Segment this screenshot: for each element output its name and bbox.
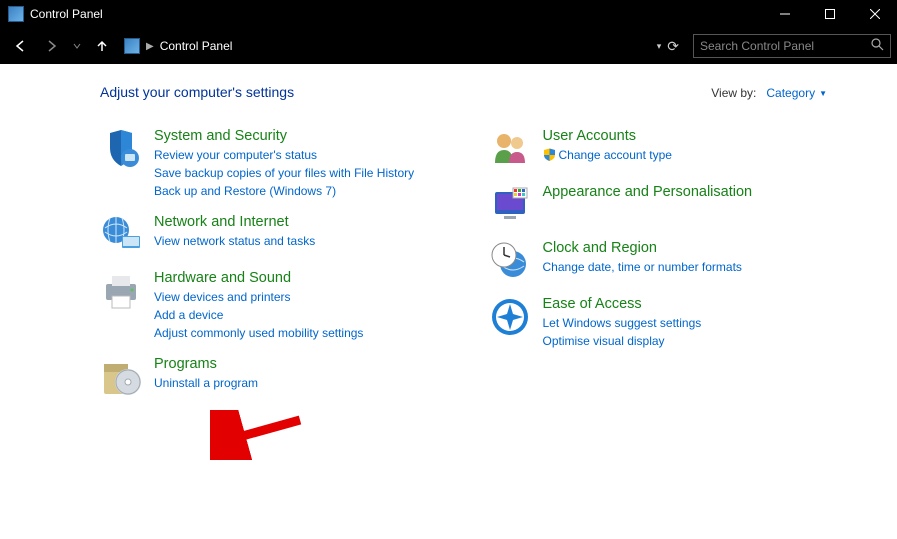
refresh-icon[interactable]: ⟳ xyxy=(667,38,679,55)
search-icon[interactable] xyxy=(871,38,884,54)
category-link-label: Change date, time or number formats xyxy=(543,260,742,274)
category-title[interactable]: Ease of Access xyxy=(543,296,702,312)
navigation-bar: ▶ Control Panel ▾ ⟳ xyxy=(0,28,897,64)
category-title[interactable]: Hardware and Sound xyxy=(154,270,363,286)
globe-network-icon xyxy=(100,214,142,256)
category-link[interactable]: Change account type xyxy=(543,146,672,164)
category-body: Network and Internet View network status … xyxy=(154,214,315,256)
uac-shield-icon xyxy=(543,148,556,161)
search-input[interactable] xyxy=(700,39,871,53)
category-link-label: Change account type xyxy=(559,148,672,162)
category-link[interactable]: Adjust commonly used mobility settings xyxy=(154,324,363,342)
arrow-annotation xyxy=(210,410,310,460)
minimize-button[interactable] xyxy=(762,0,807,28)
category-item: Network and Internet View network status … xyxy=(100,214,479,256)
breadcrumb-label[interactable]: Control Panel xyxy=(160,39,233,53)
category-link-label: Optimise visual display xyxy=(543,334,665,348)
category-link-label: Add a device xyxy=(154,308,223,322)
clock-globe-icon xyxy=(489,240,531,282)
address-cp-icon xyxy=(124,38,140,54)
category-item: Ease of Access Let Windows suggest settin… xyxy=(489,296,868,350)
category-link-label: Save backup copies of your files with Fi… xyxy=(154,166,414,180)
maximize-button[interactable] xyxy=(807,0,852,28)
back-button[interactable] xyxy=(6,32,34,60)
category-item: User Accounts Change account type xyxy=(489,128,868,170)
category-link[interactable]: Uninstall a program xyxy=(154,374,258,392)
category-link-label: Review your computer's status xyxy=(154,148,317,162)
recent-chevron-icon[interactable] xyxy=(70,32,84,60)
category-link[interactable]: View devices and printers xyxy=(154,288,363,306)
category-title[interactable]: Network and Internet xyxy=(154,214,315,230)
category-link[interactable]: Save backup copies of your files with Fi… xyxy=(154,164,414,182)
category-item: Hardware and Sound View devices and print… xyxy=(100,270,479,342)
category-column: User Accounts Change account type Appearan… xyxy=(489,128,868,412)
disc-box-icon xyxy=(100,356,142,398)
category-link-label: View network status and tasks xyxy=(154,234,315,248)
category-body: Clock and Region Change date, time or num… xyxy=(543,240,742,282)
search-box[interactable] xyxy=(693,34,891,58)
breadcrumb-separator-icon: ▶ xyxy=(144,41,156,52)
control-panel-icon xyxy=(8,6,24,22)
category-column: System and Security Review your computer'… xyxy=(100,128,479,412)
category-body: Hardware and Sound View devices and print… xyxy=(154,270,363,342)
category-title[interactable]: System and Security xyxy=(154,128,414,144)
category-link[interactable]: Optimise visual display xyxy=(543,332,702,350)
address-bar[interactable]: ▶ Control Panel ▾ ⟳ xyxy=(120,34,685,58)
category-title[interactable]: Clock and Region xyxy=(543,240,742,256)
category-item: Clock and Region Change date, time or num… xyxy=(489,240,868,282)
category-link-label: View devices and printers xyxy=(154,290,291,304)
category-item: Appearance and Personalisation xyxy=(489,184,868,226)
close-button[interactable] xyxy=(852,0,897,28)
category-link-label: Uninstall a program xyxy=(154,376,258,390)
category-link-label: Let Windows suggest settings xyxy=(543,316,702,330)
category-body: Programs Uninstall a program xyxy=(154,356,258,398)
category-link-label: Adjust commonly used mobility settings xyxy=(154,326,363,340)
category-link[interactable]: Let Windows suggest settings xyxy=(543,314,702,332)
content-area: Adjust your computer's settings View by:… xyxy=(0,64,897,432)
view-by-label: View by: xyxy=(711,86,756,100)
category-body: Appearance and Personalisation xyxy=(543,184,753,226)
ease-access-icon xyxy=(489,296,531,338)
category-link[interactable]: Add a device xyxy=(154,306,363,324)
category-link[interactable]: Review your computer's status xyxy=(154,146,414,164)
category-body: System and Security Review your computer'… xyxy=(154,128,414,200)
printer-icon xyxy=(100,270,142,312)
category-item: System and Security Review your computer'… xyxy=(100,128,479,200)
category-link[interactable]: View network status and tasks xyxy=(154,232,315,250)
forward-button[interactable] xyxy=(38,32,66,60)
view-by-dropdown[interactable]: Category ▼ xyxy=(766,86,827,100)
people-icon xyxy=(489,128,531,170)
category-link[interactable]: Change date, time or number formats xyxy=(543,258,742,276)
chevron-down-icon: ▼ xyxy=(819,89,827,98)
category-title[interactable]: Appearance and Personalisation xyxy=(543,184,753,200)
shield-pc-icon xyxy=(100,128,142,170)
page-heading: Adjust your computer's settings xyxy=(100,84,294,100)
category-link-label: Back up and Restore (Windows 7) xyxy=(154,184,336,198)
titlebar: Control Panel xyxy=(0,0,897,28)
category-item: Programs Uninstall a program xyxy=(100,356,479,398)
category-body: User Accounts Change account type xyxy=(543,128,672,170)
window-title: Control Panel xyxy=(30,7,103,21)
category-link[interactable]: Back up and Restore (Windows 7) xyxy=(154,182,414,200)
category-body: Ease of Access Let Windows suggest settin… xyxy=(543,296,702,350)
monitor-theme-icon xyxy=(489,184,531,226)
category-title[interactable]: User Accounts xyxy=(543,128,672,144)
category-title[interactable]: Programs xyxy=(154,356,258,372)
address-dropdown-icon[interactable]: ▾ xyxy=(657,41,662,52)
up-button[interactable] xyxy=(88,32,116,60)
view-by-value: Category xyxy=(766,86,815,100)
